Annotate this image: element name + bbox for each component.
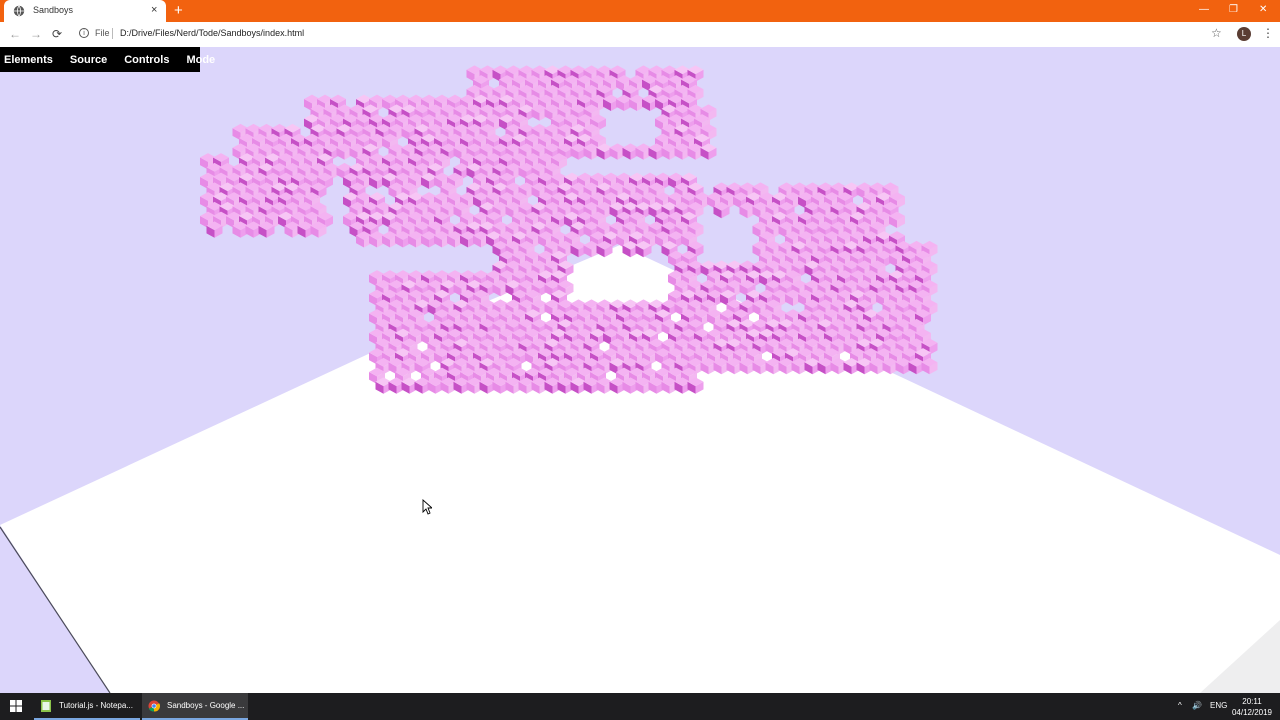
voxel-sculpture: [200, 65, 938, 394]
voxel-scene[interactable]: [0, 47, 1280, 693]
clock-time: 20:11: [1242, 697, 1262, 706]
menu-elements[interactable]: Elements: [0, 54, 60, 66]
restore-button[interactable]: ❐: [1229, 3, 1238, 17]
globe-icon: [13, 5, 25, 17]
taskbar-notepad-label: Tutorial.js - Notepa...: [59, 701, 133, 710]
mouse-cursor-icon: [422, 499, 432, 515]
page-viewport[interactable]: Elements Source Controls Mode: [0, 47, 1280, 693]
tray-overflow-icon[interactable]: ^: [1178, 701, 1182, 710]
info-icon[interactable]: i: [79, 28, 89, 38]
system-clock[interactable]: 20:11 04/12/2019: [1232, 696, 1272, 718]
browser-titlebar: Sandboys × + — ❐ ✕: [0, 0, 1280, 22]
menu-mode[interactable]: Mode: [182, 54, 222, 66]
notepad-icon: [41, 700, 51, 712]
browser-menu-icon[interactable]: ⋮: [1262, 25, 1274, 41]
menu-source[interactable]: Source: [66, 54, 114, 66]
language-indicator[interactable]: ENG: [1210, 701, 1227, 710]
forward-button[interactable]: →: [30, 26, 42, 42]
taskbar-chrome-label: Sandboys - Google ...: [167, 701, 245, 710]
taskbar-chrome[interactable]: Sandboys - Google ...: [142, 693, 248, 720]
page-menu-bar: Elements Source Controls Mode: [0, 47, 215, 72]
new-tab-button[interactable]: +: [174, 2, 183, 20]
bookmark-star-icon[interactable]: ☆: [1211, 25, 1222, 41]
minimize-button[interactable]: —: [1199, 3, 1209, 17]
url-separator: [112, 28, 113, 39]
taskbar-notepad[interactable]: Tutorial.js - Notepa...: [34, 693, 140, 720]
reload-button[interactable]: ⟳: [52, 26, 62, 42]
browser-toolbar: ← → ⟳ i File D:/Drive/Files/Nerd/Tode/Sa…: [0, 22, 1280, 48]
volume-icon[interactable]: 🔊: [1192, 701, 1202, 710]
back-button[interactable]: ←: [9, 26, 21, 42]
chrome-icon: [148, 700, 160, 712]
tab-close-icon[interactable]: ×: [151, 3, 157, 17]
windows-start-icon[interactable]: [10, 700, 22, 712]
url-scheme-label: File: [95, 28, 110, 38]
clock-date: 04/12/2019: [1231, 708, 1272, 717]
browser-tab[interactable]: Sandboys ×: [4, 0, 166, 22]
address-bar[interactable]: D:/Drive/Files/Nerd/Tode/Sandboys/index.…: [120, 28, 304, 38]
profile-avatar[interactable]: L: [1237, 27, 1251, 41]
close-window-button[interactable]: ✕: [1259, 3, 1267, 17]
menu-controls[interactable]: Controls: [120, 54, 176, 66]
os-taskbar: Tutorial.js - Notepa... Sandboys - Googl…: [0, 693, 1280, 720]
tab-title: Sandboys: [33, 5, 74, 15]
